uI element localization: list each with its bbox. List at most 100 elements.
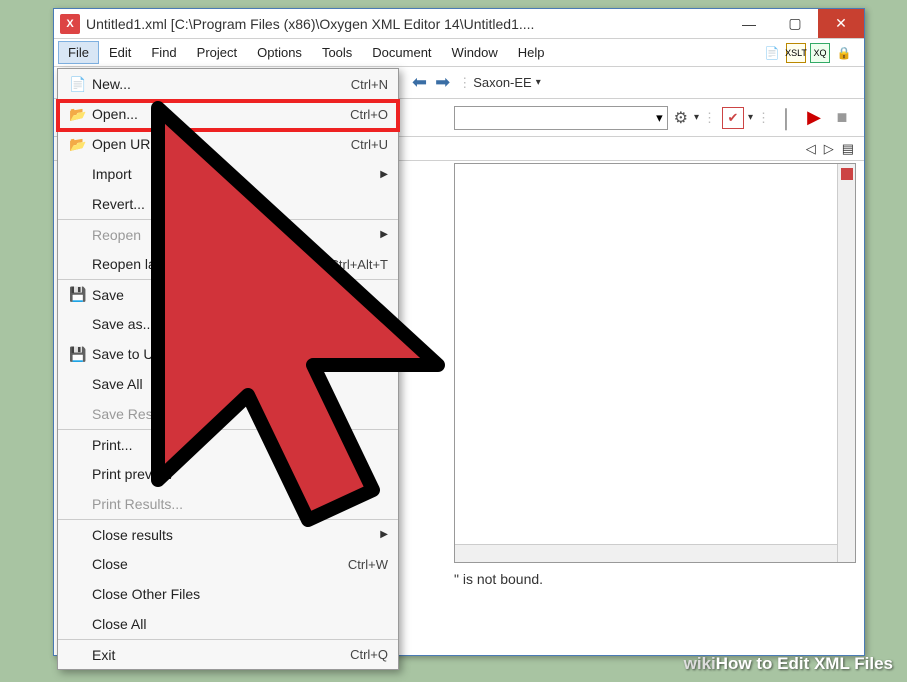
- submenu-arrow-icon: ▶: [380, 169, 388, 180]
- next-icon[interactable]: ▷: [824, 141, 834, 157]
- maximize-button[interactable]: ▢: [772, 9, 818, 38]
- lock-icon[interactable]: 🔒: [834, 43, 854, 63]
- menu-item-icon: 💾: [64, 286, 92, 303]
- file-menu-item-open-url[interactable]: 📂Open URL...Ctrl+U: [58, 129, 398, 159]
- grip-icon: ⋮: [757, 110, 768, 126]
- menu-item-label: Close: [92, 556, 348, 572]
- menu-item-label: Close results: [92, 527, 380, 543]
- menu-item-label: Save: [92, 287, 388, 303]
- menu-help[interactable]: Help: [508, 41, 555, 64]
- caption-text: How to Edit XML Files: [716, 654, 893, 673]
- menu-document[interactable]: Document: [362, 41, 441, 64]
- caption-prefix: wiki: [684, 654, 716, 673]
- scrollbar-horizontal[interactable]: [455, 544, 837, 562]
- file-menu-item-close-all[interactable]: Close All: [58, 609, 398, 639]
- menu-tools[interactable]: Tools: [312, 41, 362, 64]
- xq-icon[interactable]: XQ: [810, 43, 830, 63]
- menu-edit[interactable]: Edit: [99, 41, 141, 64]
- file-menu-item-close[interactable]: CloseCtrl+W: [58, 549, 398, 579]
- list-icon[interactable]: ▤: [842, 141, 854, 157]
- doc-icon[interactable]: 📄: [762, 43, 782, 63]
- menu-item-icon: 💾: [64, 346, 92, 363]
- menu-item-label: Reopen: [92, 227, 380, 243]
- menu-item-shortcut: Ctrl+Q: [350, 647, 388, 662]
- error-marker-icon[interactable]: [841, 168, 853, 180]
- menu-file[interactable]: File: [58, 41, 99, 64]
- window-controls: — ▢ ✕: [726, 9, 864, 38]
- menu-find[interactable]: Find: [141, 41, 186, 64]
- file-menu-item-print-preview[interactable]: Print preview: [58, 459, 398, 489]
- menu-item-shortcut: Ctrl+Alt+T: [329, 257, 388, 272]
- menu-item-label: Print Results...: [92, 496, 388, 512]
- validate-icon[interactable]: ✔: [722, 107, 744, 129]
- menu-item-label: Save as...: [92, 316, 388, 332]
- file-menu-item-close-results[interactable]: Close results▶: [58, 519, 398, 549]
- submenu-arrow-icon: ▶: [380, 229, 388, 240]
- menu-item-label: Open...: [92, 106, 350, 122]
- file-menu-item-close-other-files[interactable]: Close Other Files: [58, 579, 398, 609]
- chevron-down-icon: ▾: [748, 112, 753, 123]
- chevron-down-icon: ▾: [536, 77, 541, 88]
- menu-item-shortcut: Ctrl+W: [348, 557, 388, 572]
- menu-item-label: Close Other Files: [92, 586, 388, 602]
- editor-pane[interactable]: [454, 163, 856, 563]
- file-menu-dropdown: 📄New...Ctrl+N📂Open...Ctrl+O📂Open URL...C…: [57, 68, 399, 670]
- prev-icon[interactable]: ◁: [806, 141, 816, 157]
- grip-icon: ⋮: [703, 110, 714, 126]
- scrollbar-vertical[interactable]: [837, 164, 855, 562]
- chevron-down-icon: ▾: [694, 112, 699, 123]
- file-menu-item-reopen-last[interactable]: Reopen lastCtrl+Alt+T: [58, 249, 398, 279]
- play-icon[interactable]: ▶: [802, 106, 826, 130]
- grip-icon: ⋮: [458, 75, 469, 91]
- menu-item-label: Exit: [92, 647, 350, 663]
- file-menu-item-save-to-url[interactable]: 💾Save to URL: [58, 339, 398, 369]
- menu-item-label: Import: [92, 166, 380, 182]
- file-menu-item-print-results: Print Results...: [58, 489, 398, 519]
- status-message: " is not bound.: [454, 571, 543, 587]
- gear-icon[interactable]: ⚙: [674, 108, 688, 128]
- article-caption: wikiHow to Edit XML Files: [684, 654, 893, 674]
- menu-item-label: Print preview: [92, 466, 388, 482]
- menubar: File Edit Find Project Options Tools Doc…: [54, 39, 864, 67]
- menu-item-label: Save Results: [92, 406, 388, 422]
- file-menu-item-reopen: Reopen▶: [58, 219, 398, 249]
- stop-icon[interactable]: ■: [830, 106, 854, 130]
- file-menu-item-save[interactable]: 💾Save: [58, 279, 398, 309]
- menu-item-label: Reopen last: [92, 256, 329, 272]
- submenu-arrow-icon: ▶: [380, 529, 388, 540]
- menu-item-icon: 📂: [64, 106, 92, 123]
- menu-item-label: Save All: [92, 376, 388, 392]
- app-icon: X: [60, 14, 80, 34]
- menu-item-label: Close All: [92, 616, 388, 632]
- file-menu-item-exit[interactable]: ExitCtrl+Q: [58, 639, 398, 669]
- menu-item-shortcut: Ctrl+N: [351, 77, 388, 92]
- file-menu-item-save-results: Save Results: [58, 399, 398, 429]
- menu-window[interactable]: Window: [442, 41, 508, 64]
- menu-options[interactable]: Options: [247, 41, 312, 64]
- menu-item-icon: 📂: [64, 136, 92, 153]
- menu-item-label: Open URL...: [92, 136, 351, 152]
- menu-item-label: Save to URL: [92, 346, 388, 362]
- file-menu-item-open[interactable]: 📂Open...Ctrl+O: [58, 99, 398, 129]
- menu-item-label: Print...: [92, 437, 388, 453]
- xslt-icon[interactable]: XSLT: [786, 43, 806, 63]
- file-menu-item-import[interactable]: Import▶: [58, 159, 398, 189]
- chevron-down-icon: ▾: [656, 110, 663, 126]
- bracket-left-icon[interactable]: ❘: [774, 106, 798, 130]
- minimize-button[interactable]: —: [726, 9, 772, 38]
- file-menu-item-print[interactable]: Print...: [58, 429, 398, 459]
- close-window-button[interactable]: ✕: [818, 9, 864, 38]
- file-menu-item-save-as[interactable]: Save as...: [58, 309, 398, 339]
- menu-item-shortcut: Ctrl+O: [350, 107, 388, 122]
- window-title: Untitled1.xml [C:\Program Files (x86)\Ox…: [86, 16, 726, 32]
- file-menu-item-revert[interactable]: Revert...: [58, 189, 398, 219]
- forward-icon[interactable]: ➡: [435, 72, 450, 93]
- menubar-right: 📄 XSLT XQ 🔒: [762, 43, 860, 63]
- xpath-combo[interactable]: ▾: [454, 106, 668, 130]
- file-menu-item-new[interactable]: 📄New...Ctrl+N: [58, 69, 398, 99]
- menu-project[interactable]: Project: [187, 41, 247, 64]
- menu-item-shortcut: Ctrl+U: [351, 137, 388, 152]
- engine-combo[interactable]: Saxon-EE ▾: [473, 75, 541, 90]
- file-menu-item-save-all[interactable]: Save All: [58, 369, 398, 399]
- back-icon[interactable]: ⬅: [412, 72, 427, 93]
